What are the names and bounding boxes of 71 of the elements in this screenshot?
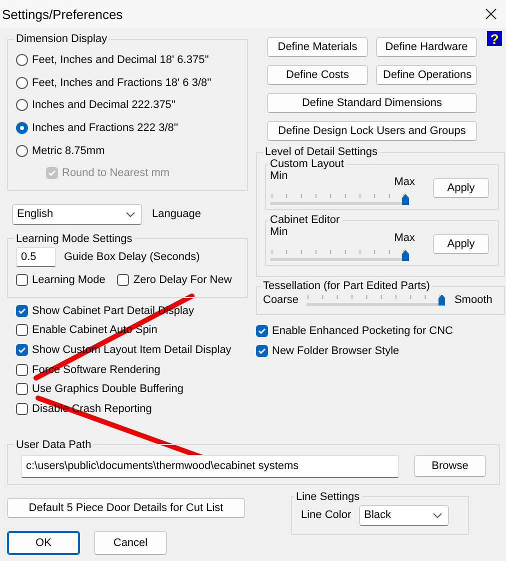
radio-label: Feet, Inches and Fractions 18' 6 3/8'': [32, 76, 212, 89]
radio-label: Inches and Decimal 222.375'': [32, 99, 176, 112]
radio-button[interactable]: [16, 122, 28, 134]
group-title: User Data Path: [15, 438, 92, 451]
checkbox-label: New Folder Browser Style: [272, 345, 400, 357]
apply-button[interactable]: Apply: [433, 234, 489, 254]
slider-thumb[interactable]: [402, 250, 409, 261]
define-button[interactable]: Define Hardware: [376, 37, 477, 57]
checkmark-icon: [258, 328, 266, 334]
checkmark-icon: [258, 348, 266, 354]
define-button[interactable]: Define Design Lock Users and Groups: [267, 121, 477, 141]
checkbox[interactable]: [16, 324, 28, 336]
radio-button[interactable]: [16, 144, 28, 157]
line-color-label: Line Color: [301, 509, 352, 522]
delay-label: Guide Box Delay (Seconds): [64, 250, 200, 263]
radio-button[interactable]: [16, 99, 28, 112]
group-title: Level of Detail Settings: [264, 146, 379, 158]
define-button[interactable]: Define Materials: [267, 37, 368, 57]
checkbox[interactable]: [256, 325, 268, 337]
define-button[interactable]: Define Costs: [267, 65, 368, 85]
checkbox-label: Enable Enhanced Pocketing for CNC: [272, 325, 453, 337]
checkbox[interactable]: [16, 344, 28, 356]
max-label: Max: [394, 176, 415, 188]
delay-input-field[interactable]: 0.5: [16, 246, 56, 267]
group-title: Tessellation (for Part Edited Parts): [262, 280, 431, 292]
checkbox[interactable]: [16, 274, 28, 286]
language-label: Language: [152, 208, 201, 220]
group-title: Learning Mode Settings: [15, 232, 134, 245]
checkbox[interactable]: [16, 383, 28, 396]
group-title: Custom Layout: [269, 158, 345, 170]
checkbox[interactable]: [16, 364, 28, 376]
path-input-field[interactable]: c:\users\public\documents\thermwood\ecabinet systems: [21, 454, 399, 478]
door-details-button[interactable]: Default 5 Piece Door Details for Cut List: [7, 498, 245, 518]
dialog-button[interactable]: Cancel: [94, 530, 167, 555]
radio-button[interactable]: [16, 54, 28, 66]
checkbox[interactable]: [256, 345, 268, 357]
radio-label: Feet, Inches and Decimal 18' 6.375'': [32, 54, 209, 66]
min-label: Min: [270, 226, 288, 240]
group-title: Cabinet Editor: [269, 214, 341, 226]
window-title: Settings/Preferences: [2, 6, 123, 22]
radio-button[interactable]: [16, 76, 28, 89]
checkbox[interactable]: [16, 304, 28, 317]
slider-thumb[interactable]: [402, 194, 409, 205]
radio-label: Inches and Fractions 222 3/8'': [32, 122, 178, 134]
checkmark-icon: [18, 346, 26, 353]
min-label: Min: [270, 170, 288, 184]
group-title: Dimension Display: [15, 33, 108, 45]
max-label: Smooth: [454, 294, 492, 306]
group-title: Line Settings: [295, 490, 361, 503]
checkbox[interactable]: [16, 402, 28, 415]
apply-button[interactable]: Apply: [433, 178, 489, 198]
language-dropdown[interactable]: English: [12, 204, 142, 225]
checkbox-label: Round to Nearest mm: [62, 166, 170, 179]
checkmark-icon: [48, 170, 56, 176]
define-button[interactable]: Define Standard Dimensions: [267, 93, 477, 113]
define-button[interactable]: Define Operations: [376, 65, 477, 85]
dialog-button[interactable]: OK: [7, 530, 80, 555]
checkmark-icon: [18, 308, 26, 314]
checkbox[interactable]: [117, 274, 130, 286]
browse-button[interactable]: Browse: [414, 455, 486, 478]
checkbox-label: Use Graphics Double Buffering: [32, 383, 184, 396]
radio-label: Metric 8.75mm: [32, 144, 105, 157]
checkbox-label: Learning Mode: [32, 274, 106, 286]
min-label: Coarse: [263, 294, 298, 306]
help-icon[interactable]: ?: [487, 31, 502, 46]
checkbox-label: Zero Delay For New: [133, 274, 232, 286]
max-label: Max: [394, 232, 415, 244]
chevron-down-icon: [126, 212, 135, 217]
slider-thumb[interactable]: [438, 294, 446, 306]
chevron-down-icon: [433, 512, 442, 518]
line-color-dropdown[interactable]: Black: [359, 504, 450, 526]
